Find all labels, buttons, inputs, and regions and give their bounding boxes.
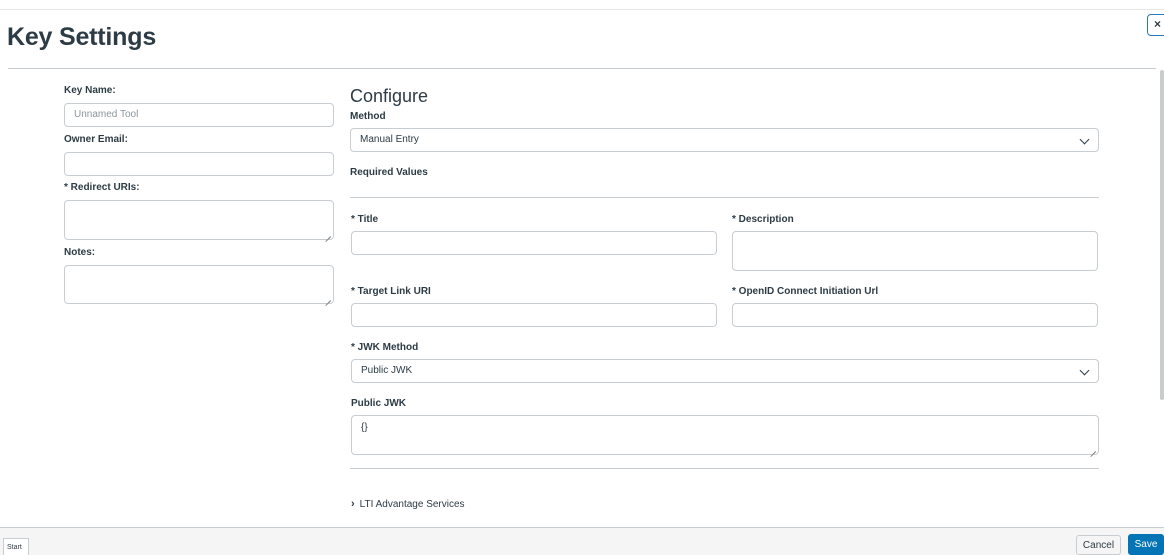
- chevron-down-icon: [1079, 134, 1090, 145]
- redirect-uris-textarea[interactable]: [64, 200, 334, 240]
- resize-handle-icon[interactable]: [1090, 446, 1096, 452]
- description-textarea[interactable]: [732, 231, 1098, 271]
- page-title: Key Settings: [7, 23, 157, 51]
- key-name-input[interactable]: Unnamed Tool: [64, 103, 334, 127]
- openid-input[interactable]: [732, 303, 1098, 327]
- public-jwk-textarea[interactable]: {}: [351, 415, 1099, 455]
- save-button[interactable]: Save: [1128, 534, 1164, 555]
- close-button[interactable]: ×: [1147, 14, 1164, 36]
- required-values-divider: [350, 197, 1099, 198]
- scrollbar[interactable]: [1160, 70, 1164, 400]
- public-jwk-value: {}: [361, 422, 368, 433]
- target-link-input[interactable]: [351, 303, 717, 327]
- cancel-button[interactable]: Cancel: [1076, 535, 1121, 555]
- method-select[interactable]: Manual Entry: [350, 128, 1099, 152]
- configure-heading: Configure: [350, 86, 429, 106]
- description-label: * Description: [732, 214, 794, 225]
- required-values-label: Required Values: [350, 167, 428, 178]
- lti-services-toggle[interactable]: › LTI Advantage Services: [351, 498, 465, 510]
- chevron-right-icon: ›: [351, 498, 355, 510]
- owner-email-label: Owner Email:: [64, 134, 128, 145]
- top-divider: [0, 9, 1164, 10]
- method-label: Method: [350, 111, 386, 122]
- resize-handle-icon[interactable]: [325, 231, 331, 237]
- chevron-down-icon: [1079, 365, 1090, 376]
- jwk-method-select[interactable]: Public JWK: [351, 359, 1099, 383]
- notes-textarea[interactable]: [64, 265, 334, 304]
- lti-divider: [350, 468, 1099, 469]
- resize-handle-icon[interactable]: [325, 295, 331, 301]
- lti-services-label: LTI Advantage Services: [359, 499, 465, 510]
- title-input[interactable]: [351, 231, 717, 255]
- redirect-uris-label: * Redirect URIs:: [64, 182, 140, 193]
- key-name-placeholder: Unnamed Tool: [74, 109, 139, 120]
- target-link-label: * Target Link URI: [351, 286, 431, 297]
- owner-email-input[interactable]: [64, 152, 334, 176]
- jwk-method-select-value: Public JWK: [361, 365, 413, 376]
- footer-bar: [0, 527, 1164, 555]
- openid-label: * OpenID Connect Initiation Url: [732, 286, 879, 297]
- key-name-label: Key Name:: [64, 85, 116, 96]
- start-button[interactable]: Start: [3, 538, 29, 555]
- method-select-value: Manual Entry: [360, 134, 419, 145]
- notes-label: Notes:: [64, 247, 96, 258]
- header-divider: [8, 68, 1156, 69]
- public-jwk-label: Public JWK: [351, 398, 407, 409]
- title-label: * Title: [351, 214, 379, 225]
- jwk-method-label: * JWK Method: [351, 342, 419, 353]
